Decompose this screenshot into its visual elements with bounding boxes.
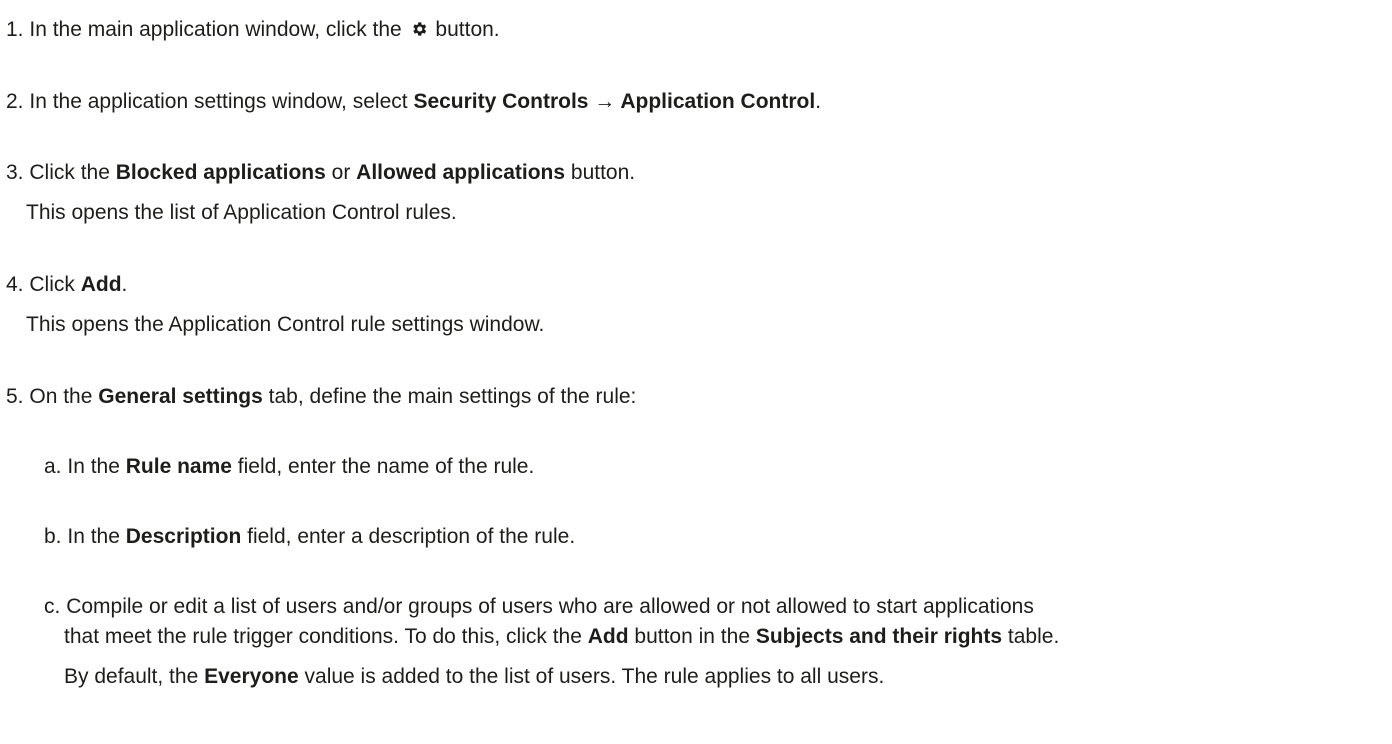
step-3-or: or xyxy=(331,161,351,184)
step-1-number: 1. xyxy=(6,18,24,41)
step-4: 4. Click Add. xyxy=(6,270,127,300)
description-label: Description xyxy=(125,525,242,548)
blocked-applications-label: Blocked applications xyxy=(115,161,326,184)
substep-c-letter: c. xyxy=(44,595,61,618)
step-3: 3. Click the Blocked applications or All… xyxy=(6,158,635,188)
step-4-period: . xyxy=(121,273,128,296)
step-3-number: 3. xyxy=(6,161,24,184)
general-settings-label: General settings xyxy=(98,385,263,408)
step-5: 5. On the General settings tab, define t… xyxy=(6,382,636,412)
substep-a-letter: a. xyxy=(44,455,62,478)
step-3-text: Click the xyxy=(29,161,110,184)
substep-c-note: By default, the Everyone value is added … xyxy=(64,662,884,692)
step-4-note: This opens the Application Control rule … xyxy=(26,313,545,336)
step-3-note: This opens the list of Application Contr… xyxy=(26,201,457,224)
add-button-label: Add xyxy=(587,625,629,648)
add-label: Add xyxy=(80,273,122,296)
substep-b-letter: b. xyxy=(44,525,62,548)
step-2-text: In the application settings window, sele… xyxy=(29,90,408,113)
step-5-text-end: tab, define the main settings of the rul… xyxy=(268,385,637,408)
step-5-text: On the xyxy=(29,385,93,408)
step-2-menu-path: Security Controls → Application Control xyxy=(413,90,816,113)
substep-b-text-end: field, enter a description of the rule. xyxy=(247,525,576,548)
substep-b-text: In the xyxy=(67,525,120,548)
step-1: 1. In the main application window, click… xyxy=(6,15,500,45)
step-2-period: . xyxy=(815,90,822,113)
gear-icon xyxy=(410,20,428,38)
allowed-applications-label: Allowed applications xyxy=(356,161,566,184)
step-2: 2. In the application settings window, s… xyxy=(6,87,821,117)
substep-c-line-2-end: table. xyxy=(1007,625,1060,648)
substep-c-note-end: value is added to the list of users. The… xyxy=(304,665,885,688)
substep-c: c. Compile or edit a list of users and/o… xyxy=(44,592,1034,622)
substep-c-note-text: By default, the xyxy=(64,665,199,688)
step-1-text-end: button. xyxy=(435,18,500,41)
step-4-text: Click xyxy=(29,273,75,296)
step-2-number: 2. xyxy=(6,90,24,113)
substep-c-line-2: that meet the rule trigger conditions. T… xyxy=(64,622,1059,652)
step-3-text-end: button. xyxy=(570,161,636,184)
substep-c-line-2-text: that meet the rule trigger conditions. T… xyxy=(64,625,582,648)
everyone-label: Everyone xyxy=(204,665,299,688)
rule-name-label: Rule name xyxy=(125,455,232,478)
substep-a: a. In the Rule name field, enter the nam… xyxy=(44,452,534,482)
step-5-number: 5. xyxy=(6,385,24,408)
substep-b: b. In the Description field, enter a des… xyxy=(44,522,575,552)
subjects-and-rights-label: Subjects and their rights xyxy=(755,625,1003,648)
substep-a-text-end: field, enter the name of the rule. xyxy=(237,455,535,478)
step-1-text: In the main application window, click th… xyxy=(29,18,402,41)
step-4-number: 4. xyxy=(6,273,24,296)
substep-c-line-2-middle: button in the xyxy=(634,625,750,648)
substep-a-text: In the xyxy=(67,455,120,478)
substep-c-line-1: Compile or edit a list of users and/or g… xyxy=(66,595,1034,618)
